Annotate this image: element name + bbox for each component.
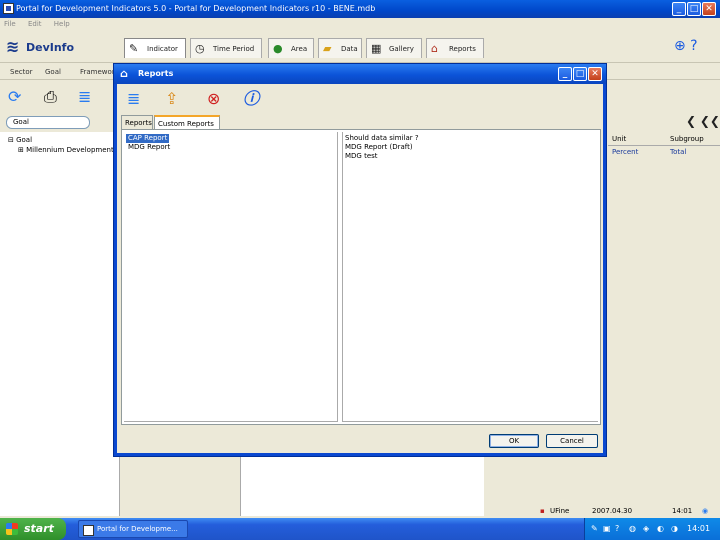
folder-icon: ▰	[323, 42, 332, 55]
report-export-icon[interactable]: ⇪	[165, 89, 178, 109]
gallery-icon: ▦	[371, 42, 382, 55]
tray-security-icon[interactable]: ◐	[657, 518, 664, 540]
maximize-button[interactable]: □	[687, 2, 701, 16]
app-window: Portal for Development Indicators 5.0 - …	[0, 0, 720, 540]
home-icon: ⌂	[431, 42, 438, 55]
tree-node-goal-label: Goal	[16, 136, 33, 144]
list-item[interactable]: MDG Report	[126, 143, 172, 152]
status-time: 14:01	[672, 507, 693, 515]
list-item[interactable]: MDG Report (Draft)	[345, 143, 413, 152]
tab-custom-reports-label: Custom Reports	[158, 120, 214, 128]
tray-pen-icon[interactable]: ✎	[591, 518, 598, 540]
list-item[interactable]: Should data similar ?	[345, 134, 419, 143]
taskbar-app-button[interactable]: Portal for Developme...	[78, 520, 188, 538]
tray-sound-icon[interactable]: ◍	[629, 518, 636, 540]
subbar-goal[interactable]: Goal	[45, 63, 61, 81]
tab-area-label: Area	[291, 45, 308, 53]
indicator-tree: ⊟ Goal ⊞ Millennium Development	[0, 132, 120, 516]
tree-node-mdg[interactable]: ⊞ Millennium Development	[18, 146, 114, 154]
cell-subgroup: Total	[670, 148, 687, 156]
goal-search-text: Goal	[13, 118, 29, 126]
tab-time-period[interactable]: ◷ Time Period	[190, 38, 262, 58]
tab-time-period-label: Time Period	[213, 45, 255, 53]
menu-help[interactable]: Help	[54, 18, 70, 30]
tab-gallery[interactable]: ▦ Gallery	[366, 38, 422, 58]
tab-reports-label: Reports	[449, 45, 476, 53]
report-list[interactable]: Should data similar ? MDG Report (Draft)…	[342, 132, 598, 422]
report-template-list[interactable]: CAP Report MDG Report	[124, 132, 338, 422]
print-icon[interactable]: ⎙	[44, 86, 57, 108]
report-database-icon[interactable]: ≣	[127, 89, 140, 109]
tab-indicator[interactable]: ✎ Indicator	[124, 38, 186, 58]
start-button[interactable]: start	[0, 518, 66, 540]
col-unit[interactable]: Unit	[612, 135, 626, 143]
status-source: UFine	[550, 507, 570, 515]
tab-reports[interactable]: ⌂ Reports	[426, 38, 484, 58]
tree-node-goal[interactable]: ⊟ Goal	[8, 136, 32, 144]
cancel-button[interactable]: Cancel	[546, 434, 598, 448]
tray-help-icon[interactable]: ?	[615, 518, 619, 540]
custom-reports-panel: CAP Report MDG Report Should data simila…	[121, 129, 601, 425]
tab-area[interactable]: ● Area	[268, 38, 314, 58]
refresh-icon[interactable]: ⟳	[8, 86, 21, 108]
help-globe-icon[interactable]: ⊕ ?	[674, 38, 698, 54]
menu-edit[interactable]: Edit	[28, 18, 42, 30]
clock-icon: ◷	[195, 42, 205, 55]
dialog-close-button[interactable]: ✕	[588, 67, 602, 81]
app-icon	[3, 3, 14, 14]
close-button[interactable]: ✕	[702, 2, 716, 16]
menu-file[interactable]: File	[4, 18, 16, 30]
cell-unit: Percent	[612, 148, 639, 156]
dialog-toolbar: ≣ ⇪ ⊗ ⓘ	[117, 84, 603, 114]
status-bar: ▪ UFine 2007.04.30 14:01 ◉	[484, 504, 720, 518]
tray-clock: 14:01	[687, 524, 711, 533]
nav-arrows-icon[interactable]: ❮ ❮❮	[686, 114, 720, 128]
status-globe-icon[interactable]: ◉	[702, 504, 708, 518]
status-date: 2007.04.30	[592, 507, 633, 515]
col-subgroup[interactable]: Subgroup	[670, 135, 704, 143]
subbar-sector[interactable]: Sector	[10, 63, 33, 81]
tab-data[interactable]: ▰ Data	[318, 38, 362, 58]
taskbar: start Portal for Developme... ✎ ▣ ? ◍ ◈ …	[0, 518, 720, 540]
status-flag-icon: ▪	[540, 507, 545, 515]
list-item[interactable]: CAP Report	[126, 134, 170, 143]
tab-reports-list[interactable]: Reports	[121, 115, 153, 129]
main-titlebar: Portal for Development Indicators 5.0 - …	[0, 0, 720, 18]
globe-icon: ●	[273, 42, 283, 55]
dialog-reports-icon: ⌂	[120, 67, 128, 80]
delete-icon[interactable]: ⊗	[207, 89, 220, 109]
data-column-headers: Unit Subgroup	[608, 132, 720, 146]
database-icon[interactable]: ≣	[78, 86, 91, 108]
tray-shield-icon[interactable]: ◈	[643, 518, 649, 540]
tray-network-icon[interactable]: ▣	[603, 518, 611, 540]
info-icon[interactable]: ⓘ	[243, 89, 259, 109]
middle-pane	[240, 456, 484, 516]
logo-mark-icon: ≋	[6, 37, 20, 56]
ok-button[interactable]: OK	[489, 434, 539, 448]
goal-search-input[interactable]: Goal	[6, 116, 90, 129]
dialog-title: Reports	[138, 69, 174, 78]
list-item[interactable]: MDG test	[345, 152, 378, 161]
dialog-maximize-button[interactable]: □	[573, 67, 587, 81]
tab-data-label: Data	[341, 45, 358, 53]
system-tray: ✎ ▣ ? ◍ ◈ ◐ ◑ 14:01	[584, 518, 720, 540]
subbar-framework[interactable]: Framework	[80, 63, 119, 81]
pencil-icon: ✎	[129, 42, 139, 55]
dialog-minimize-button[interactable]: _	[558, 67, 572, 81]
tab-reports-list-label: Reports	[125, 119, 152, 127]
reports-dialog: ⌂ Reports _ □ ✕ ≣ ⇪ ⊗ ⓘ Reports Custom R…	[114, 64, 606, 456]
tray-update-icon[interactable]: ◑	[671, 518, 678, 540]
tab-indicator-label: Indicator	[147, 45, 178, 53]
minimize-button[interactable]: _	[672, 2, 686, 16]
tab-gallery-label: Gallery	[389, 45, 414, 53]
dialog-titlebar: ⌂ Reports _ □ ✕	[114, 64, 606, 84]
devinfo-logo: ≋ DevInfo	[4, 34, 114, 58]
window-title: Portal for Development Indicators 5.0 - …	[16, 4, 376, 13]
logo-text: DevInfo	[26, 41, 75, 54]
tree-node-mdg-label: Millennium Development	[26, 146, 114, 154]
tab-custom-reports[interactable]: Custom Reports	[154, 115, 220, 129]
menu-bar: File Edit Help	[0, 18, 720, 30]
